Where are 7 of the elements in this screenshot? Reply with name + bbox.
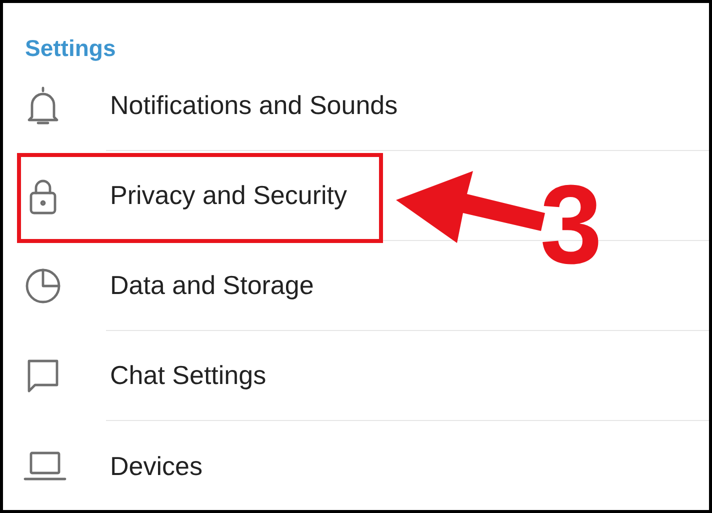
settings-item[interactable]: Privacy and Security [110,180,347,211]
settings-item[interactable]: Notifications and Sounds [110,90,398,121]
settings-item[interactable]: Chat Settings [110,360,266,391]
step-number: 3 [540,169,602,281]
settings-item[interactable]: Data and Storage [110,270,314,301]
settings-item[interactable]: Devices [110,450,202,482]
section-title: Settings [25,35,116,61]
